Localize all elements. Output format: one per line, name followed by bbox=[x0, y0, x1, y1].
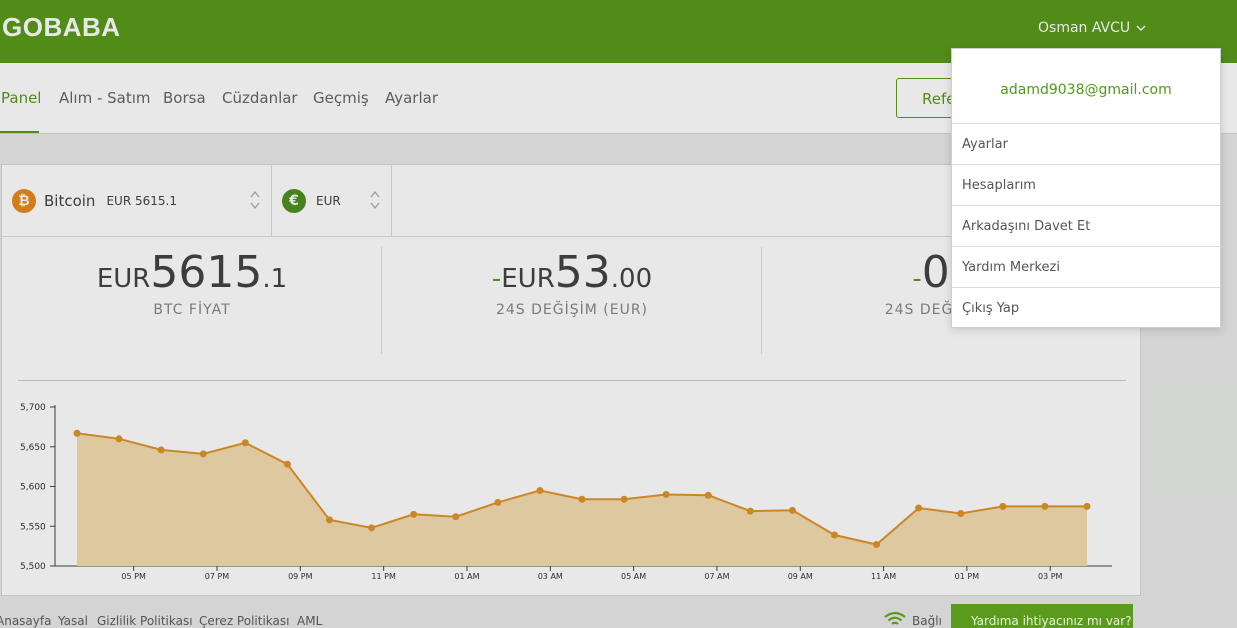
footer-link-cookies[interactable]: Çerez Politikası bbox=[199, 614, 289, 628]
data-point bbox=[873, 541, 881, 549]
currency-name: EUR bbox=[316, 193, 341, 208]
data-point bbox=[326, 516, 333, 524]
data-point bbox=[1041, 502, 1049, 510]
stat-label: BTC FİYAT bbox=[153, 302, 231, 318]
data-point bbox=[662, 490, 670, 498]
user-name: Osman AVCU bbox=[1038, 20, 1131, 36]
data-point bbox=[199, 450, 207, 458]
wifi-icon bbox=[884, 611, 906, 625]
y-tick-label: 5,650 bbox=[20, 443, 46, 453]
menu-item-invite-friend[interactable]: Arkadaşını Davet Et bbox=[952, 206, 1220, 247]
data-point bbox=[999, 502, 1007, 510]
x-tick-label: 05 AM bbox=[621, 572, 646, 581]
data-point bbox=[704, 491, 712, 499]
menu-item-settings[interactable]: Ayarlar bbox=[952, 124, 1220, 165]
x-tick-label: 09 PM bbox=[288, 572, 313, 581]
coin-price: EUR 5615.1 bbox=[106, 193, 177, 208]
menu-item-logout[interactable]: Çıkış Yap bbox=[952, 288, 1220, 329]
data-point bbox=[957, 510, 965, 518]
data-point bbox=[788, 506, 796, 514]
help-button[interactable]: Yardıma ihtiyacınız mı var? bbox=[951, 604, 1133, 628]
menu-item-accounts[interactable]: Hesaplarım bbox=[952, 165, 1220, 206]
select-arrows-icon bbox=[370, 190, 380, 210]
coin-selector[interactable]: ₿ Bitcoin EUR 5615.1 bbox=[2, 165, 272, 236]
stat-label: 24S DEĞİŞİM (EUR) bbox=[495, 302, 649, 318]
price-chart: 5,700 5,650 5,600 5,550 5,500 05 PM 07 PM 09 PM… bbox=[20, 403, 1112, 581]
divider bbox=[18, 380, 1126, 381]
x-tick-label: 01 AM bbox=[454, 572, 479, 581]
data-point bbox=[494, 498, 502, 506]
footer-link-privacy[interactable]: Gizlilik Politikası bbox=[97, 614, 193, 628]
data-point bbox=[831, 531, 838, 539]
stat-btc-price: EUR5615.1 BTC FİYAT bbox=[42, 247, 342, 318]
y-tick-label: 5,600 bbox=[20, 483, 46, 493]
tab-history[interactable]: Geçmiş bbox=[313, 89, 369, 107]
data-point bbox=[915, 504, 923, 512]
coin-name: Bitcoin bbox=[44, 191, 96, 210]
y-tick-label: 5,550 bbox=[20, 522, 46, 532]
tab-exchange[interactable]: Borsa bbox=[163, 89, 206, 107]
x-tick-label: 03 AM bbox=[538, 572, 563, 581]
data-point bbox=[115, 435, 123, 443]
footer-link-legal[interactable]: Yasal bbox=[58, 614, 88, 628]
x-tick-label: 11 PM bbox=[371, 572, 396, 581]
x-tick-label: 03 PM bbox=[1038, 572, 1063, 581]
data-point bbox=[73, 429, 81, 437]
x-tick-label: 05 PM bbox=[121, 572, 146, 581]
tab-wallets[interactable]: Cüzdanlar bbox=[222, 89, 298, 107]
data-point bbox=[410, 510, 418, 518]
tab-settings[interactable]: Ayarlar bbox=[385, 89, 438, 107]
y-tick-label: 5,700 bbox=[20, 403, 46, 413]
divider bbox=[761, 247, 762, 354]
x-tick-label: 11 AM bbox=[871, 572, 896, 581]
x-tick-label: 09 AM bbox=[788, 572, 813, 581]
data-point bbox=[746, 507, 754, 515]
stat-24h-change-eur: -EUR53.00 24S DEĞİŞİM (EUR) bbox=[422, 247, 722, 318]
connection-status: Bağlı bbox=[912, 614, 942, 628]
user-email: adamd9038@gmail.com bbox=[952, 49, 1220, 124]
chevron-down-icon bbox=[1136, 25, 1146, 31]
x-tick-label: 07 AM bbox=[704, 572, 729, 581]
footer-link-aml[interactable]: AML bbox=[297, 614, 322, 628]
currency-selector[interactable]: € EUR bbox=[272, 165, 392, 236]
user-menu-button[interactable]: Osman AVCU bbox=[1038, 20, 1146, 36]
tab-panel[interactable]: Panel bbox=[1, 89, 41, 107]
tab-trade[interactable]: Alım - Satım bbox=[59, 89, 151, 107]
data-point bbox=[452, 513, 460, 521]
select-arrows-icon bbox=[250, 190, 260, 210]
user-dropdown-menu: adamd9038@gmail.com Ayarlar Hesaplarım A… bbox=[951, 48, 1221, 328]
y-tick-label: 5,500 bbox=[20, 562, 46, 572]
data-point bbox=[283, 460, 291, 468]
logo[interactable]: GOBABA bbox=[2, 12, 121, 43]
data-point bbox=[620, 495, 628, 503]
x-tick-label: 01 PM bbox=[955, 572, 980, 581]
data-point bbox=[536, 486, 544, 494]
bitcoin-icon: ₿ bbox=[12, 188, 36, 213]
x-tick-label: 07 PM bbox=[205, 572, 230, 581]
data-point bbox=[157, 446, 165, 454]
data-point bbox=[578, 495, 586, 503]
data-point bbox=[368, 524, 376, 532]
menu-item-help-center[interactable]: Yardım Merkezi bbox=[952, 247, 1220, 288]
data-point bbox=[1083, 502, 1091, 510]
euro-icon: € bbox=[282, 188, 306, 213]
data-point bbox=[241, 439, 249, 447]
divider bbox=[381, 247, 382, 354]
active-tab-indicator bbox=[0, 131, 39, 133]
footer-link-home[interactable]: Anasayfa bbox=[0, 614, 51, 628]
